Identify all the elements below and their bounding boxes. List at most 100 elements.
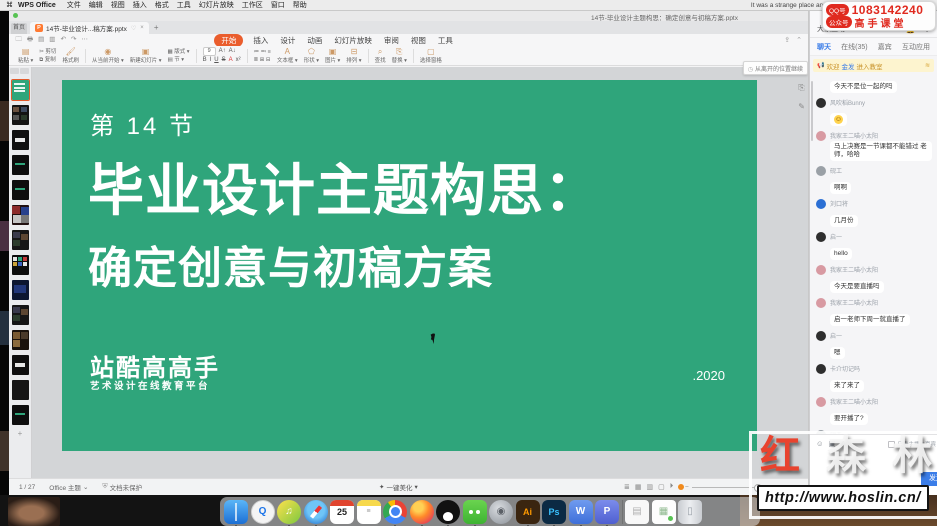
chat-tab-互动应用[interactable]: 互动应用 [902, 42, 930, 52]
apple-icon[interactable]: ⌘ [6, 1, 13, 9]
ribbon-stack-item[interactable]: ▤ 节 ▾ [168, 56, 190, 64]
side-tool-icon-2[interactable]: ✎ [798, 102, 805, 111]
chat-message-list[interactable]: 今天不是位一起的吗 风吹稻Bunny ☺ 我家王二喵小太阳 马上决赛是一节课都不能错过 … [810, 73, 937, 435]
new-tab-button[interactable]: + [154, 22, 159, 34]
slide-thumbnail-12[interactable] [11, 355, 29, 375]
current-slide[interactable]: 第 14 节 毕业设计主题构思： 确定创意与初稿方案 站酷高高手 艺术设计在线教… [62, 80, 757, 451]
ribbon-tab-插入[interactable]: 插入 [253, 35, 268, 46]
document-icon[interactable]: ▤ [625, 499, 649, 524]
p-app-icon[interactable]: P [595, 499, 619, 526]
ribbon-stack-item[interactable]: ✂ 剪切 [39, 48, 56, 56]
view-mode-icon-5[interactable]: ⏵ [670, 483, 674, 491]
slide-thumbnail-7[interactable] [11, 230, 29, 250]
quick-icon-5[interactable]: ↶ [60, 35, 65, 46]
ribbon-stack-item[interactable]: ⧉ 复制 [39, 56, 56, 64]
record-dot-icon[interactable] [678, 484, 685, 490]
chat-tab-聊天[interactable]: 聊天 [817, 42, 831, 52]
ribbon-button-新建幻灯片[interactable]: ▣ 新建幻灯片 ▾ [130, 47, 162, 64]
font-button-b[interactable]: B [203, 57, 207, 63]
menu-item-9[interactable]: 窗口 [271, 0, 285, 10]
font-shrink-button[interactable]: A↓ [229, 48, 236, 54]
ribbon-button-替换[interactable]: ⎘ 替换 ▾ [392, 47, 407, 64]
slide-thumbnail-1[interactable] [10, 79, 30, 101]
font-button-a[interactable]: A [229, 57, 233, 63]
ribbon-button-查找[interactable]: ⌕ 查找 [375, 47, 386, 64]
quick-icon-3[interactable]: ▤ [38, 35, 44, 46]
qq-music-icon[interactable]: ♫ [277, 499, 301, 526]
ribbon-stack-item[interactable]: ▦ 版式 ▾ [168, 48, 190, 56]
ribbon-button-文本框[interactable]: A 文本框 ▾ [277, 47, 298, 64]
slide-canvas[interactable]: 第 14 节 毕业设计主题构思： 确定创意与初稿方案 站酷高高手 艺术设计在线教… [31, 61, 808, 478]
trash-icon[interactable]: ▯ [678, 499, 702, 524]
ribbon-stack-item[interactable]: ≣ ⊞ ⊟ [254, 56, 271, 64]
menu-app-name[interactable]: WPS Office [18, 2, 56, 9]
quicktime-icon[interactable]: Q [250, 499, 275, 524]
quick-icon-4[interactable]: ▥ [49, 35, 55, 46]
calendar-icon[interactable]: 25 [330, 499, 354, 524]
resume-position-tooltip[interactable]: ◷ 从离开的位置继续 [742, 61, 808, 75]
photoshop-icon[interactable]: Ps [542, 499, 566, 526]
corner-icon-1[interactable]: ⇪ [784, 36, 790, 44]
slide-thumbnail-8[interactable] [11, 255, 29, 275]
chat-tab-嘉宾[interactable]: 嘉宾 [878, 42, 892, 52]
slide-thumbnail-10[interactable] [11, 305, 29, 325]
quick-icon-2[interactable]: 🖶 [27, 35, 33, 46]
menu-item-3[interactable]: 视图 [111, 0, 125, 10]
wps-office-icon[interactable]: W [568, 499, 593, 526]
slide-thumbnail-3[interactable] [11, 130, 29, 150]
ribbon-tab-审阅[interactable]: 审阅 [384, 35, 399, 46]
chrome-icon[interactable] [383, 499, 407, 526]
font-button-i[interactable]: I [210, 57, 212, 63]
document-protect-status[interactable]: ⛨ 文档未保护 [102, 482, 142, 492]
one-click-beautify-button[interactable]: ✦ 一键美化 ▾ [379, 482, 418, 492]
finder-icon[interactable] [224, 499, 248, 526]
menu-item-5[interactable]: 格式 [155, 0, 169, 10]
slide-thumbnail-5[interactable] [11, 180, 29, 200]
illustrator-icon[interactable]: Ai [515, 499, 540, 526]
view-mode-icon-2[interactable]: ▦ [635, 483, 642, 491]
quick-icon-1[interactable]: 🗀 [16, 35, 23, 46]
ribbon-button-图片[interactable]: ▣ 图片 ▾ [325, 47, 340, 64]
home-tab-button[interactable]: 首页 [11, 23, 27, 34]
ribbon-tab-幻灯片放映[interactable]: 幻灯片放映 [334, 35, 372, 46]
document-tab[interactable]: P 14节-毕业设计...稿方案.pptx ♡ × [30, 22, 149, 34]
ribbon-tab-动画[interactable]: 动画 [307, 35, 322, 46]
mute-icon[interactable]: ≋ [925, 62, 930, 69]
font-button-s[interactable]: S [222, 57, 226, 63]
slide-thumbnail-panel[interactable]: + [9, 67, 32, 478]
view-mode-buttons[interactable]: ≣ ▦ ▥ ▢ ⏵ [624, 483, 685, 491]
quick-icon-6[interactable]: ↷ [71, 35, 76, 46]
menu-item-2[interactable]: 编辑 [89, 0, 103, 10]
theme-selector[interactable]: Office 主题 ⌄ [49, 482, 88, 492]
chat-scrollbar[interactable] [811, 81, 813, 141]
slide-thumbnail-2[interactable] [11, 105, 29, 125]
slide-thumbnail-9[interactable] [11, 280, 29, 300]
view-mode-icon-4[interactable]: ▢ [658, 483, 665, 491]
side-tool-icon-1[interactable]: ⎘ [798, 83, 805, 93]
downloads-stack-icon[interactable]: ▦ [651, 499, 676, 524]
quick-icon-7[interactable]: ⋯ [81, 35, 88, 46]
notes-icon[interactable]: ≡ [356, 499, 381, 524]
ribbon-button-排列[interactable]: ⊟ 排列 ▾ [346, 47, 361, 64]
ribbon-button-形状[interactable]: ⬠ 形状 ▾ [304, 47, 319, 64]
slide-thumbnail-6[interactable] [11, 205, 29, 225]
menu-item-4[interactable]: 插入 [133, 0, 147, 10]
slide-thumbnail-4[interactable] [11, 155, 29, 175]
ribbon-stack-item[interactable]: ≔ ≕ ≡ [254, 48, 271, 56]
font-button-u[interactable]: U [214, 57, 218, 63]
safari-icon[interactable] [303, 499, 328, 526]
ribbon-button-格式刷[interactable]: 🖌 格式刷 [62, 47, 79, 64]
window-titlebar[interactable]: 14节-毕业设计主题构思：确定创意与初稿方案.pptx [9, 11, 808, 22]
menu-item-8[interactable]: 工作区 [242, 0, 263, 10]
ribbon-button-从当前开始[interactable]: ◉ 从当前开始 ▾ [92, 47, 124, 64]
ribbon-tab-开始[interactable]: 开始 [214, 33, 244, 47]
corner-icon-2[interactable]: ⌃ [796, 36, 802, 44]
font-grow-button[interactable]: A↑ [219, 48, 226, 54]
qq-icon[interactable] [436, 499, 460, 526]
ribbon-button-粘贴[interactable]: ▤ 粘贴 ▾ [18, 47, 33, 64]
font-size-box[interactable]: 9 [202, 46, 216, 56]
font-button-x²[interactable]: x² [236, 57, 241, 63]
menu-item-6[interactable]: 工具 [177, 0, 191, 10]
slide-thumbnail-11[interactable] [11, 330, 29, 350]
view-mode-icon-1[interactable]: ≣ [624, 483, 630, 491]
